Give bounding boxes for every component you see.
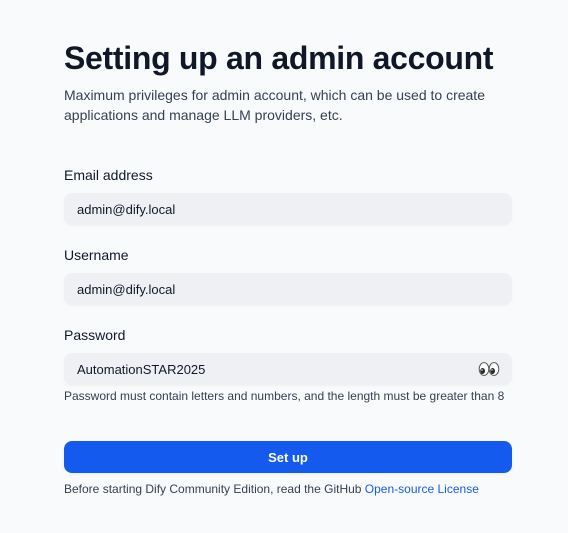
- password-hint: Password must contain letters and number…: [64, 389, 505, 403]
- username-label: Username: [64, 247, 129, 263]
- eyes-icon-graphic: [478, 362, 500, 376]
- username-field[interactable]: [64, 273, 512, 305]
- password-label: Password: [64, 327, 126, 343]
- username-field-wrapper: [64, 273, 512, 305]
- email-field[interactable]: [64, 193, 512, 225]
- footer-note: Before starting Dify Community Edition, …: [64, 481, 479, 497]
- email-field-wrapper: [64, 193, 512, 225]
- password-field[interactable]: [64, 353, 512, 385]
- email-label: Email address: [64, 167, 153, 183]
- page-subtitle: Maximum privileges for admin account, wh…: [64, 87, 485, 123]
- open-source-license-link[interactable]: Open-source License: [365, 482, 479, 496]
- password-field-wrapper: [64, 353, 512, 385]
- eyes-icon[interactable]: [478, 359, 500, 379]
- setup-button[interactable]: Set up: [64, 441, 512, 473]
- page-title: Setting up an admin account: [64, 40, 494, 76]
- footer-text: Before starting Dify Community Edition, …: [64, 482, 365, 496]
